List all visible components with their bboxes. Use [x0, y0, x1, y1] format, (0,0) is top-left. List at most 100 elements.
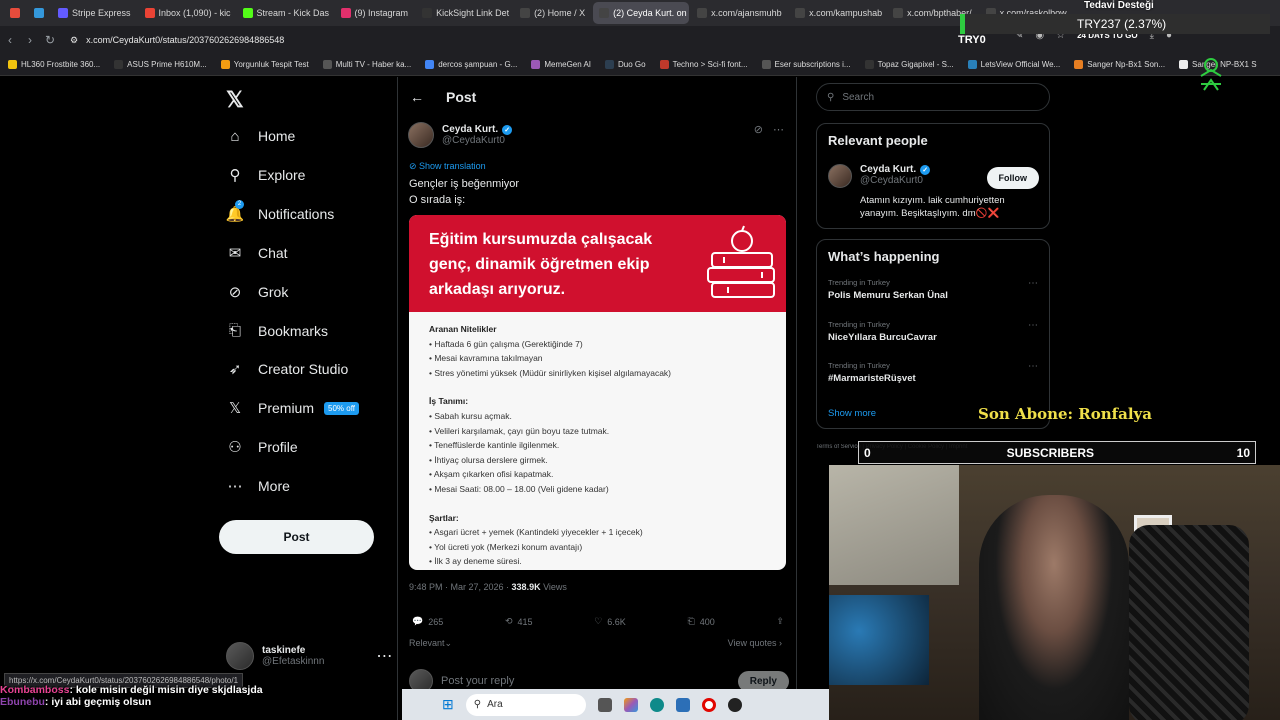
copilot-icon[interactable] — [623, 697, 638, 712]
trend-item[interactable]: Trending in Turkey Polis Memuru Serkan Ün… — [828, 278, 1038, 301]
grok-icon: ⊘ — [228, 283, 242, 301]
bookmark-item[interactable]: Sanger Np-Bx1 Son... — [1074, 60, 1165, 69]
more-icon[interactable]: ⋯ — [376, 646, 392, 666]
bookmark-item[interactable]: Yorgunluk Tespit Test — [220, 60, 309, 69]
relevant-person[interactable]: Ceyda Kurt. ✓ @CeydaKurt0 Atamın kızıyım.… — [828, 164, 1005, 219]
heart-icon: ♡ — [594, 616, 603, 626]
nav-profile[interactable]: ⚇ Profile — [226, 438, 297, 456]
trend-more-icon[interactable]: ⋯ — [1028, 361, 1038, 372]
post-author[interactable]: Ceyda Kurt. ✓ @CeydaKurt0 — [408, 122, 513, 148]
browser-tab[interactable]: (2) Home / X — [514, 2, 591, 24]
taskview-icon[interactable] — [597, 697, 612, 712]
list-item: • Sabah kursu açmak. — [429, 410, 512, 421]
show-translation-link[interactable]: ⊘ Show translation — [409, 161, 486, 172]
trend-more-icon[interactable]: ⋯ — [1028, 320, 1038, 331]
like-count: 6.6K — [607, 616, 626, 627]
browser-tab[interactable]: x.com/kampushab — [789, 2, 885, 24]
trend-title: Polis Memuru Serkan Ünal — [828, 290, 948, 301]
search-input[interactable]: ⚲ Search — [816, 83, 1050, 111]
bookmark-item[interactable]: Eser subscriptions i... — [761, 60, 851, 69]
nav-creator-studio[interactable]: ➶ Creator Studio — [226, 360, 349, 379]
list-item: • Asgari ücret + yemek (Kantindeki yiyec… — [429, 527, 643, 538]
person-bio: Atamın kızıyım. laik cumhuriyetten yanay… — [860, 195, 1005, 219]
repost-action[interactable]: ⟲ 415 — [505, 616, 533, 627]
back-icon[interactable]: ‹ — [0, 33, 20, 47]
windows-start-icon[interactable]: ⊞ — [442, 696, 454, 713]
reply-action[interactable]: 💬 265 — [412, 616, 443, 627]
bookmark-action[interactable]: ⎗ 400 — [687, 616, 714, 627]
bookmark-label: LetsView Official We... — [980, 60, 1061, 69]
post-button[interactable]: Post — [219, 520, 374, 554]
bookmark-favicon-icon — [1179, 60, 1189, 69]
premium-discount-badge: 50% off — [324, 401, 359, 415]
bookmark-item[interactable]: LetsView Official We... — [967, 60, 1061, 69]
edge-icon[interactable] — [649, 697, 664, 712]
view-quotes-link[interactable]: View quotes › — [728, 638, 782, 648]
reply-input[interactable]: Post your reply — [441, 675, 514, 687]
account-switcher[interactable]: taskinefe @Efetaskinnn ⋯ — [226, 642, 392, 670]
nav-more[interactable]: ⋯ More — [226, 477, 290, 495]
trend-item[interactable]: Trending in Turkey NiceYıllara BurcuCavra… — [828, 320, 1038, 343]
nav-home[interactable]: ⌂ Home — [226, 127, 295, 145]
taskbar-search[interactable]: ⚲ Ara — [465, 693, 586, 716]
back-arrow-icon[interactable]: ← — [410, 89, 424, 105]
tab-label: Inbox (1,090) - kic — [158, 8, 231, 18]
bookmark-item[interactable]: Topaz Gigapixel - S... — [864, 60, 954, 69]
browser-tab[interactable] — [28, 2, 50, 24]
bookmark-item[interactable]: MemeGen AI — [531, 60, 591, 69]
opera-icon[interactable] — [701, 697, 716, 712]
section-heading: Aranan Nitelikler — [429, 324, 497, 334]
browser-tab[interactable]: Inbox (1,090) - kic — [139, 2, 235, 24]
bookmark-item[interactable]: Duo Go — [605, 60, 646, 69]
share-icon[interactable]: ⇪ — [776, 616, 784, 627]
creator-studio-icon: ➶ — [228, 361, 242, 379]
nav-chat[interactable]: ✉ Chat — [226, 244, 288, 262]
bookmark-item[interactable]: Multi TV - Haber ka... — [322, 60, 411, 69]
post-text-line: Gençler iş beğenmiyor — [409, 178, 520, 190]
browser-tab[interactable]: Stream - Kick Das — [237, 2, 333, 24]
nav-bookmarks[interactable]: ⎗ Bookmarks — [226, 322, 328, 340]
site-info-icon[interactable]: ⚙ — [70, 35, 78, 46]
post-more-icon[interactable]: ⋯ — [773, 123, 784, 136]
post-timestamp[interactable]: 9:48 PM · Mar 27, 2026 · — [409, 582, 512, 592]
bookmark-item[interactable]: ASUS Prime H610M... — [114, 60, 207, 69]
reload-icon[interactable]: ↻ — [40, 33, 60, 47]
bookmark-item[interactable]: Techno > Sci-fi font... — [659, 60, 748, 69]
forward-icon[interactable]: › — [20, 33, 40, 47]
person-avatar[interactable] — [828, 164, 852, 188]
show-more-link[interactable]: Show more — [828, 408, 876, 419]
bookmark-item[interactable]: HL360 Frostbite 360... — [8, 60, 100, 69]
url-field[interactable]: ⚙ x.com/CeydaKurt0/status/20376026269848… — [70, 30, 940, 50]
chat-overlay: Kombamboss: kole misin değil misin diye … — [0, 684, 410, 708]
browser-tab[interactable]: Stripe Express — [52, 2, 137, 24]
trend-more-icon[interactable]: ⋯ — [1028, 278, 1038, 289]
nav-premium[interactable]: 𝕏 Premium 50% off — [226, 399, 359, 417]
x-logo-icon[interactable]: 𝕏 — [226, 87, 244, 113]
bookmark-item[interactable]: dercos şampuan - G... — [425, 60, 517, 69]
nav-notifications[interactable]: 🔔 2 Notifications — [226, 199, 334, 223]
repost-icon: ⟲ — [504, 616, 513, 626]
list-item: • Stres yönetimi yüksek (Müdür sinirliyk… — [429, 367, 671, 378]
views-count: 338.9K — [511, 582, 541, 592]
store-icon[interactable] — [675, 697, 690, 712]
obs-icon[interactable] — [727, 697, 742, 712]
taskbar: ⊞ ⚲ Ara — [402, 689, 829, 720]
post-image[interactable]: Eğitim kursumuzda çalışacak genç, dinami… — [409, 215, 786, 570]
author-avatar[interactable] — [408, 122, 434, 148]
browser-tab[interactable]: x.com/ajansmuhb — [691, 2, 787, 24]
browser-tab[interactable]: KickSight Link Det — [416, 2, 512, 24]
grok-icon[interactable]: ⊘ — [754, 123, 763, 136]
browser-tab[interactable]: (9) Instagram — [335, 2, 415, 24]
trend-title: #MarmaristeRüşvet — [828, 373, 916, 384]
sort-label: Relevant — [409, 638, 445, 648]
browser-tab[interactable] — [4, 2, 26, 24]
sort-replies-dropdown[interactable]: Relevant⌄ — [409, 638, 452, 649]
bookmark-label: Sanger Np-Bx1 Son... — [1087, 60, 1166, 69]
trend-item[interactable]: Trending in Turkey #MarmaristeRüşvet ⋯ — [828, 361, 1038, 384]
browser-tab[interactable]: (2) Ceyda Kurt. on X: "Gen — [593, 2, 690, 24]
nav-grok[interactable]: ⊘ Grok — [226, 283, 289, 301]
tab-label: KickSight Link Det — [436, 8, 510, 18]
follow-button[interactable]: Follow — [986, 167, 1039, 189]
nav-explore[interactable]: ⚲ Explore — [226, 166, 306, 184]
like-action[interactable]: ♡ 6.6K — [594, 616, 626, 627]
